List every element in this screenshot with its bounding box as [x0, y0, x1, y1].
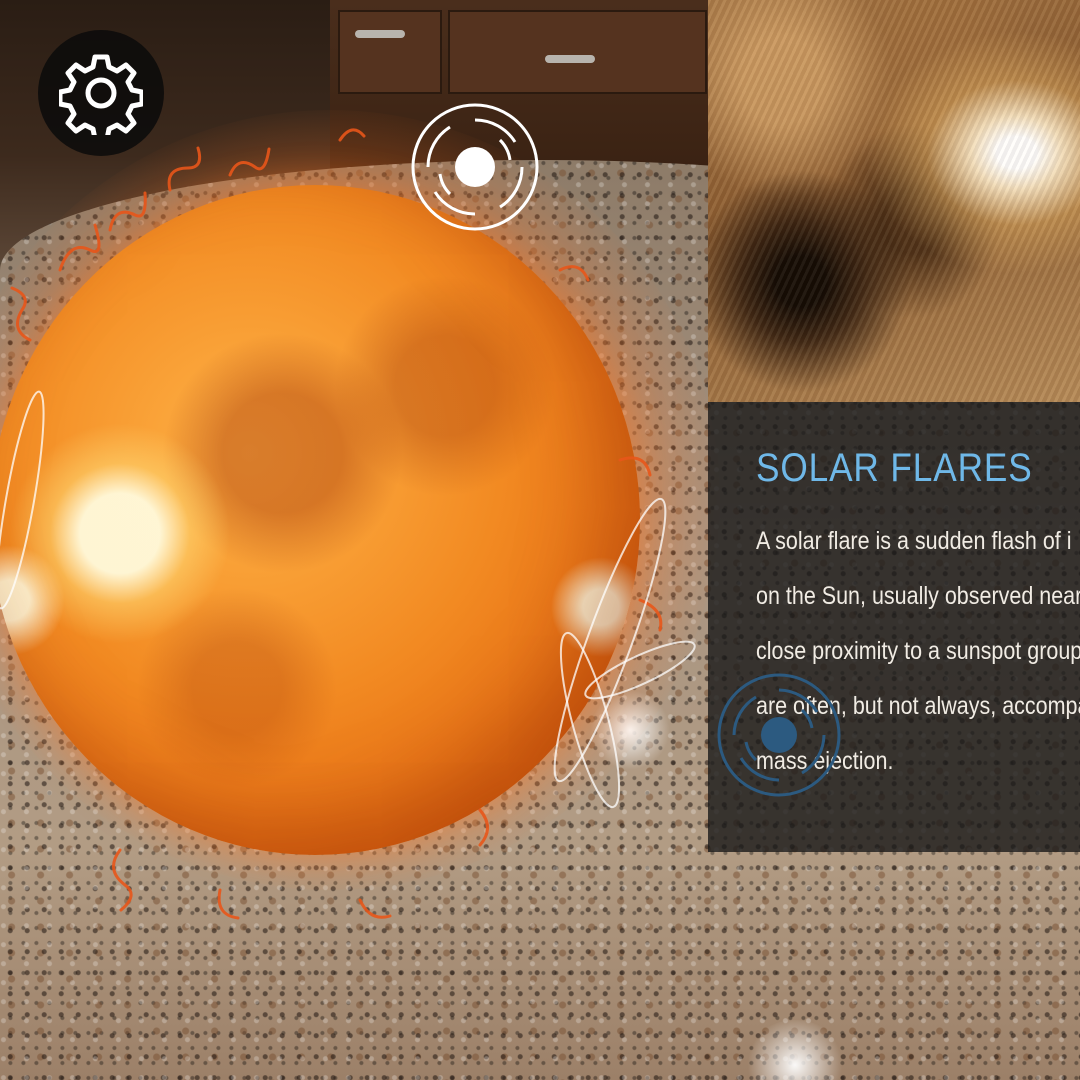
- target-marker-icon: [411, 103, 539, 231]
- info-panel-line: A solar flare is a sudden flash of i: [756, 527, 1072, 555]
- cabinet-drawer: [338, 10, 442, 94]
- cabinet-drawer: [448, 10, 707, 94]
- ar-target-marker[interactable]: [410, 102, 540, 232]
- ar-scene: SOLAR FLARES A solar flare is a sudden f…: [0, 0, 1080, 1080]
- ar-target-marker[interactable]: [714, 670, 844, 800]
- ar-sun-model[interactable]: [0, 185, 640, 855]
- solar-flare-photo: [708, 0, 1080, 402]
- drawer-handle: [355, 30, 405, 38]
- gear-icon: [59, 54, 143, 135]
- settings-button[interactable]: [38, 30, 164, 156]
- drawer-handle: [545, 55, 595, 63]
- info-panel-title: SOLAR FLARES: [756, 446, 1033, 490]
- target-marker-icon: [717, 673, 841, 797]
- info-panel-line: on the Sun, usually observed near: [756, 582, 1080, 610]
